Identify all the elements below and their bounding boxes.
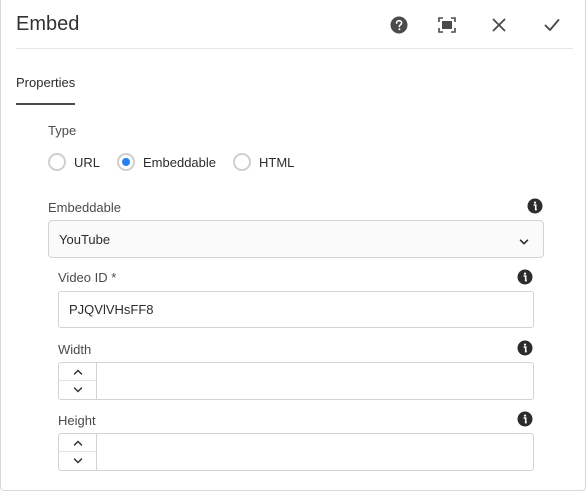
height-label: Height: [58, 413, 96, 428]
height-input[interactable]: [97, 434, 533, 470]
checkmark-icon: [544, 18, 560, 32]
embed-dialog: Embed Properties Type URL Embeddable HTM…: [0, 0, 586, 491]
tab-list: Properties: [16, 74, 76, 105]
embeddable-select-value: YouTube: [59, 231, 111, 247]
width-increment-button[interactable]: [59, 363, 96, 381]
info-icon[interactable]: [517, 269, 533, 285]
width-input[interactable]: [97, 363, 533, 399]
dialog-header: Embed: [1, 0, 587, 50]
info-icon[interactable]: [517, 411, 533, 427]
radio-embeddable-circle[interactable]: [117, 153, 136, 171]
width-number-field: [58, 362, 534, 400]
help-button[interactable]: [387, 13, 411, 37]
radio-url-circle[interactable]: [48, 153, 66, 171]
video-id-label: Video ID *: [58, 270, 117, 285]
dialog-title: Embed: [16, 13, 80, 35]
height-number-field: [58, 433, 534, 471]
radio-embeddable[interactable]: Embeddable: [117, 153, 225, 171]
close-icon: [492, 18, 506, 32]
radio-embeddable-label: Embeddable: [143, 154, 217, 170]
radio-url[interactable]: URL: [48, 153, 109, 171]
radio-html-label: HTML: [259, 154, 295, 170]
info-icon[interactable]: [527, 198, 543, 214]
height-stepper: [59, 434, 97, 470]
close-button[interactable]: [487, 13, 511, 37]
chevron-down-icon: [73, 381, 83, 399]
radio-url-label: URL: [74, 154, 101, 170]
video-id-input[interactable]: PJQVlVHsFF8: [58, 291, 534, 328]
fullscreen-icon: [438, 17, 456, 33]
radio-html-circle[interactable]: [233, 153, 252, 171]
chevron-up-icon: [73, 434, 83, 452]
type-radio-group: URL Embeddable HTML: [48, 152, 311, 172]
chevron-up-icon: [73, 363, 83, 381]
help-icon: [390, 16, 408, 34]
height-decrement-button[interactable]: [59, 452, 96, 470]
radio-html[interactable]: HTML: [233, 153, 303, 171]
embeddable-select[interactable]: YouTube: [48, 220, 544, 258]
info-icon[interactable]: [517, 340, 533, 356]
type-label: Type: [48, 123, 77, 138]
header-divider: [16, 48, 573, 49]
tab-properties[interactable]: Properties: [16, 75, 76, 105]
chevron-down-icon: [519, 234, 529, 252]
fullscreen-button[interactable]: [435, 13, 459, 37]
height-increment-button[interactable]: [59, 434, 96, 452]
width-decrement-button[interactable]: [59, 381, 96, 399]
width-label: Width: [58, 342, 92, 357]
embeddable-label: Embeddable: [48, 200, 121, 215]
confirm-button[interactable]: [540, 13, 564, 37]
chevron-down-icon: [73, 452, 83, 470]
width-stepper: [59, 363, 97, 399]
